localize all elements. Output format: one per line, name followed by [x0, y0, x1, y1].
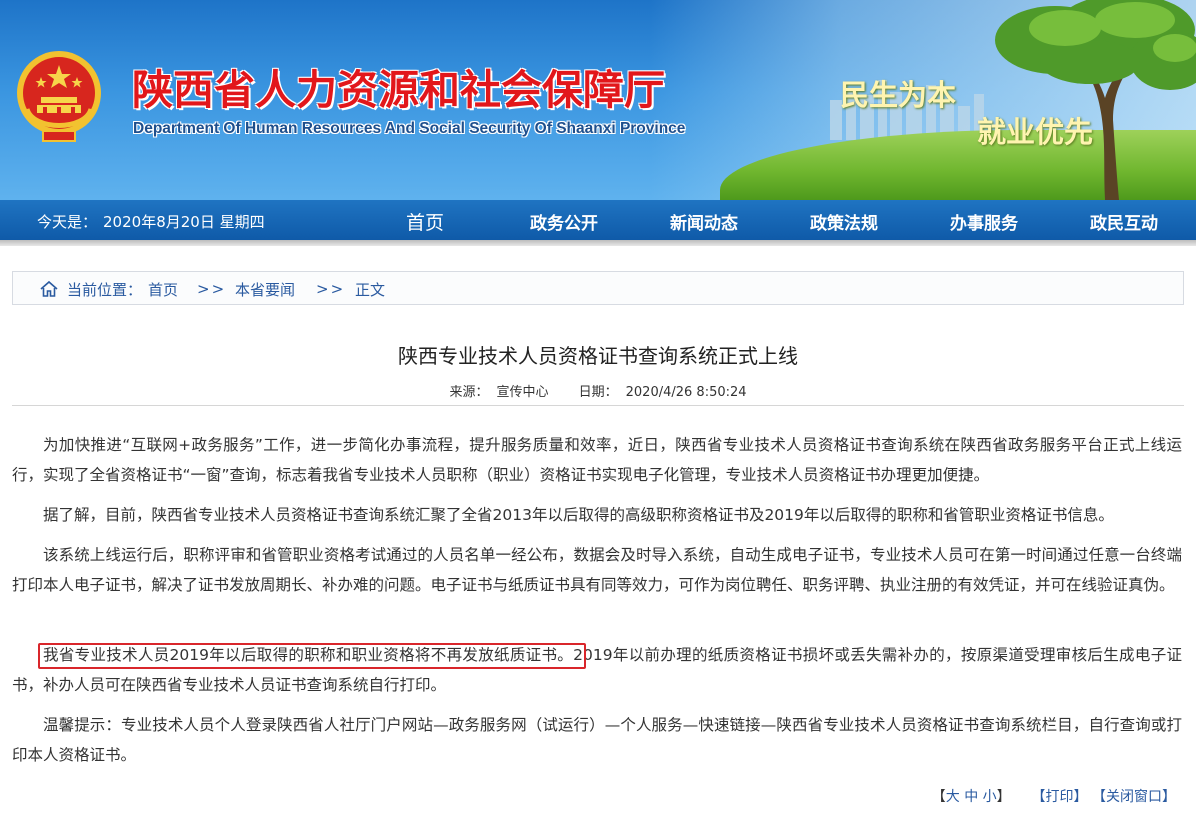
highlighted-sentence: 我省专业技术人员2019年以后取得的职称和职业资格将不再发放纸质证书。	[43, 646, 574, 664]
title-divider	[12, 405, 1184, 406]
breadcrumb-prefix: 当前位置：	[67, 281, 143, 299]
font-size-medium-button[interactable]: 中	[964, 789, 978, 805]
article-tools: 【大 中 小】 【打印】 【关闭窗口】	[932, 786, 1176, 806]
breadcrumb-news-link[interactable]: 本省要闻	[235, 279, 295, 300]
font-size-bracket-open: 【	[931, 789, 946, 805]
breadcrumb-current: 正文	[355, 281, 386, 299]
font-size-bracket-close: 】	[996, 789, 1011, 805]
breadcrumb: 当前位置： 首页 >> 本省要闻 >> 正文	[12, 271, 1184, 305]
national-emblem-icon	[17, 51, 101, 142]
home-icon	[40, 280, 58, 297]
print-button[interactable]: 【打印】	[1032, 789, 1088, 805]
nav-item-services[interactable]: 办事服务	[950, 209, 1018, 234]
site-banner: 陕西省人力资源和社会保障厅 Department Of Human Resour…	[0, 0, 1196, 200]
article-paragraph: 为加快推进“互联网+政务服务”工作，进一步简化办事流程，提升服务质量和效率，近日…	[12, 436, 1182, 484]
font-size-large-button[interactable]: 大	[946, 789, 960, 805]
breadcrumb-separator: >>	[316, 280, 346, 298]
tree-image	[995, 0, 1196, 200]
slogan-employment-first: 就业优先	[977, 115, 1094, 149]
slogan-people-first: 民生为本	[840, 78, 957, 112]
close-window-button[interactable]: 【关闭窗口】	[1092, 789, 1176, 805]
site-title: 陕西省人力资源和社会保障厅	[132, 66, 665, 114]
article-meta: 来源： 宣传中心 日期： 2020/4/26 8:50:24	[0, 381, 1196, 400]
breadcrumb-home-link[interactable]: 首页	[148, 279, 178, 300]
source-label: 来源：	[449, 385, 489, 400]
article-paragraph: 我省专业技术人员2019年以后取得的职称和职业资格将不再发放纸质证书。2019年…	[12, 640, 1182, 700]
font-size-small-button[interactable]: 小	[983, 789, 997, 805]
nav-item-interaction[interactable]: 政民互动	[1090, 209, 1158, 234]
date-value: 2020/4/26 8:50:24	[625, 385, 747, 400]
nav-item-news[interactable]: 新闻动态	[670, 209, 738, 234]
nav-item-policies[interactable]: 政策法规	[810, 209, 878, 234]
nav-item-government-affairs[interactable]: 政务公开	[530, 209, 598, 234]
breadcrumb-separator: >>	[197, 280, 227, 298]
source-value: 宣传中心	[496, 385, 549, 400]
date-label: 日期：	[578, 385, 618, 400]
article-paragraph: 该系统上线运行后，职称评审和省管职业资格考试通过的人员名单一经公布，数据会及时导…	[12, 546, 1182, 594]
nav-item-home[interactable]: 首页	[406, 208, 444, 235]
today-value: 2020年8月20日 星期四	[103, 213, 265, 231]
main-nav: 今天是： 2020年8月20日 星期四 首页 政务公开 新闻动态 政策法规 办事服…	[0, 200, 1196, 246]
today-label: 今天是：	[37, 213, 98, 231]
article-paragraph: 据了解，目前，陕西省专业技术人员资格证书查询系统汇聚了全省2013年以后取得的高…	[43, 506, 1114, 524]
site-subtitle: Department Of Human Resources And Social…	[133, 120, 686, 137]
article-paragraph: 温馨提示：专业技术人员个人登录陕西省人社厅门户网站—政务服务网（试运行）—个人服…	[12, 716, 1182, 764]
today-date: 今天是： 2020年8月20日 星期四	[37, 211, 265, 232]
article-title: 陕西专业技术人员资格证书查询系统正式上线	[398, 344, 798, 368]
